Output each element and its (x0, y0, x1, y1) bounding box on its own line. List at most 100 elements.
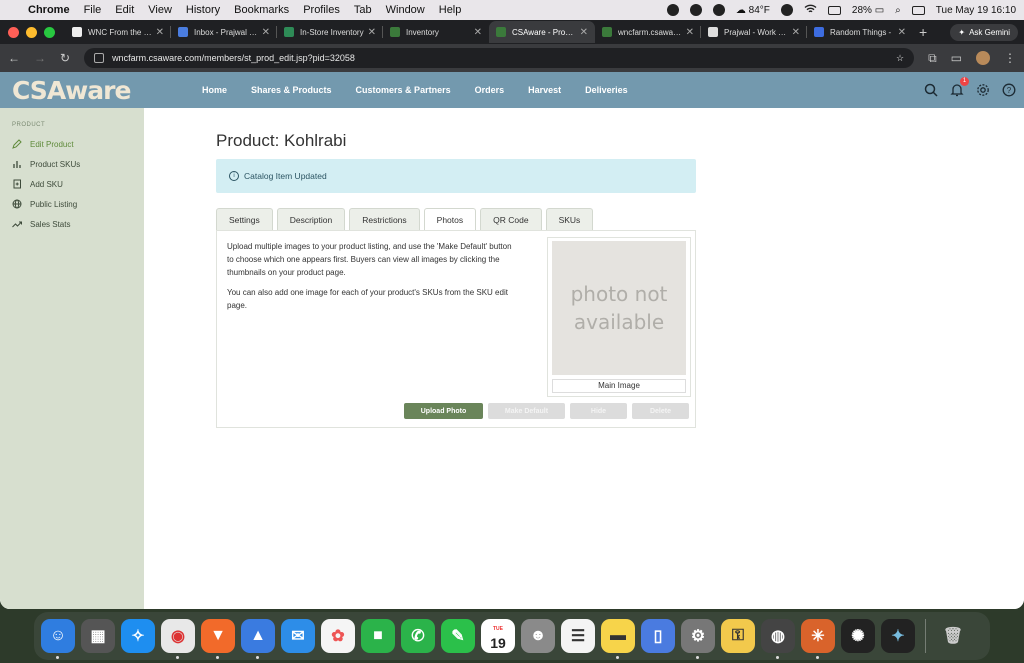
sidebar-item-public-listing[interactable]: Public Listing (0, 194, 144, 214)
tab-description[interactable]: Description (276, 208, 346, 230)
messages-icon[interactable]: ✎ (441, 619, 475, 653)
hide-button[interactable]: Hide (570, 403, 627, 419)
nav-deliveries[interactable]: Deliveries (585, 85, 628, 95)
new-tab-button[interactable]: + (919, 24, 927, 40)
sidebar-item-add-sku[interactable]: Add SKU (0, 174, 144, 194)
menu-tab[interactable]: Tab (354, 4, 372, 16)
bookmark-star-icon[interactable]: ☆ (896, 53, 904, 64)
nav-home[interactable]: Home (202, 85, 227, 95)
help-icon[interactable]: ? (1002, 83, 1016, 97)
make-default-button[interactable]: Make Default (488, 403, 565, 419)
menu-history[interactable]: History (186, 4, 220, 16)
nav-customers-partners[interactable]: Customers & Partners (356, 85, 451, 95)
display-icon[interactable] (827, 5, 841, 15)
address-bar[interactable]: wncfarm.csaware.com/members/st_prod_edit… (84, 48, 915, 68)
nav-harvest[interactable]: Harvest (528, 85, 561, 95)
browser-tab[interactable]: Inventory ✕ (383, 21, 489, 43)
tab-photos[interactable]: Photos (423, 208, 477, 230)
zoom-window-button[interactable] (44, 26, 55, 38)
battery-status[interactable]: 28% ▭ (852, 5, 884, 16)
trash-icon[interactable]: 🗑 (936, 619, 970, 653)
utility-app-icon[interactable]: ◍ (761, 619, 795, 659)
menu-edit[interactable]: Edit (115, 4, 134, 16)
close-tab-icon[interactable]: ✕ (262, 27, 270, 38)
gemini-app-icon[interactable]: ✦ (881, 619, 915, 653)
delete-button[interactable]: Delete (632, 403, 689, 419)
sidebar-item-sales-stats[interactable]: Sales Stats (0, 214, 144, 234)
back-icon[interactable]: ← (8, 51, 20, 65)
browser-tab[interactable]: WNC From the Gr ✕ (65, 21, 171, 43)
brave-icon[interactable]: ▼ (201, 619, 235, 659)
menu-file[interactable]: File (84, 4, 102, 16)
status-app-icon[interactable] (666, 4, 679, 16)
sidebar-item-product-skus[interactable]: Product SKUs (0, 154, 144, 174)
tab-skus[interactable]: SKUs (545, 208, 594, 230)
clock[interactable]: Tue May 19 16:10 (936, 5, 1016, 16)
spotlight-search-icon[interactable]: ⌕ (895, 5, 901, 16)
notes-icon[interactable]: ▬ (601, 619, 635, 659)
chrome-icon[interactable]: ◉ (161, 619, 195, 659)
audio-icon[interactable] (689, 4, 702, 16)
wifi-icon[interactable] (804, 4, 817, 17)
control-center-icon[interactable] (911, 5, 925, 15)
tab-restrictions[interactable]: Restrictions (349, 208, 420, 230)
site-info-icon[interactable] (94, 53, 105, 63)
files-icon[interactable]: ▯ (641, 619, 675, 653)
launchpad-icon[interactable]: ▦ (81, 619, 115, 653)
menu-profiles[interactable]: Profiles (303, 4, 340, 16)
reload-icon[interactable]: ↻ (60, 51, 70, 65)
menu-app-name[interactable]: Chrome (28, 4, 70, 16)
close-tab-icon[interactable]: ✕ (580, 27, 588, 38)
claude-icon[interactable]: ✳ (801, 619, 835, 659)
browser-tab-active[interactable]: CSAware - Produc ✕ (489, 21, 595, 43)
tab-settings[interactable]: Settings (216, 208, 273, 230)
close-tab-icon[interactable]: ✕ (368, 27, 376, 38)
close-tab-icon[interactable]: ✕ (156, 27, 164, 38)
play-icon[interactable] (780, 4, 793, 16)
settings-gear-icon[interactable] (976, 83, 990, 97)
notifications-bell-icon[interactable]: 1 (950, 77, 969, 97)
mail-icon[interactable]: ✉ (281, 619, 315, 653)
nav-orders[interactable]: Orders (475, 85, 505, 95)
browser-tab[interactable]: Inbox - Prajwal Pa ✕ (171, 21, 277, 43)
close-tab-icon[interactable]: ✕ (898, 27, 906, 38)
reminders-icon[interactable]: ☰ (561, 619, 595, 653)
keys-status-icon[interactable] (712, 4, 725, 16)
close-tab-icon[interactable]: ✕ (474, 27, 482, 38)
maps-navigation-icon[interactable]: ▲ (241, 619, 275, 659)
extensions-icon[interactable]: ⧉ (928, 51, 937, 66)
csaware-logo[interactable]: CSAware (12, 76, 202, 105)
contacts-icon[interactable]: ☻ (521, 619, 555, 653)
cast-icon[interactable]: ▭ (951, 51, 962, 65)
browser-tab[interactable]: Random Things - ✕ (807, 21, 913, 43)
weather-status[interactable]: ☁ 84°F (736, 5, 770, 16)
facetime-icon[interactable]: ■ (361, 619, 395, 653)
ask-gemini-button[interactable]: ✦ Ask Gemini (950, 23, 1018, 41)
menu-bookmarks[interactable]: Bookmarks (234, 4, 289, 16)
nav-shares-products[interactable]: Shares & Products (251, 85, 332, 95)
minimize-window-button[interactable] (26, 26, 37, 38)
safari-icon[interactable]: ✧ (121, 619, 155, 653)
tab-qr-code[interactable]: QR Code (480, 208, 542, 230)
close-tab-icon[interactable]: ✕ (686, 27, 694, 38)
calendar-icon[interactable]: TUE 19 (481, 619, 515, 653)
sidebar-item-edit-product[interactable]: Edit Product (0, 134, 144, 154)
close-window-button[interactable] (8, 26, 19, 38)
search-icon[interactable] (924, 83, 938, 97)
browser-tab[interactable]: wncfarm.csaware. ✕ (595, 21, 701, 43)
upload-photo-button[interactable]: Upload Photo (404, 403, 483, 419)
system-settings-icon[interactable]: ⚙ (681, 619, 715, 659)
finder-icon[interactable]: ☺ (41, 619, 75, 659)
phone-icon[interactable]: ✆ (401, 619, 435, 653)
chatgpt-icon[interactable]: ✺ (841, 619, 875, 653)
menu-view[interactable]: View (148, 4, 172, 16)
browser-tab[interactable]: In-Store Inventory ✕ (277, 21, 383, 43)
photos-icon[interactable]: ✿ (321, 619, 355, 653)
keychain-icon[interactable]: ⚿ (721, 619, 755, 653)
more-menu-icon[interactable]: ⋮ (1004, 51, 1016, 65)
profile-avatar[interactable] (976, 51, 990, 65)
menu-help[interactable]: Help (439, 4, 462, 16)
close-tab-icon[interactable]: ✕ (792, 27, 800, 38)
menu-window[interactable]: Window (386, 4, 425, 16)
photo-placeholder[interactable]: photo not available (552, 241, 686, 375)
